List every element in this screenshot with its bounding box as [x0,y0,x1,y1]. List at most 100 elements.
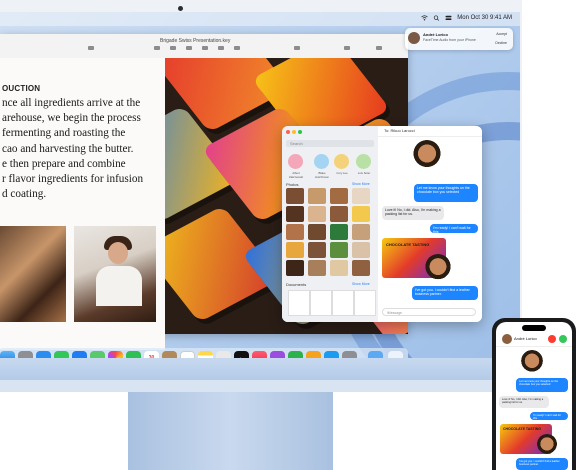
doc-line: nce all ingredients arrive at the [2,97,141,109]
notes-icon[interactable] [198,351,213,358]
toolbar-document-button[interactable] [372,46,386,54]
search-input[interactable]: Search [286,140,374,147]
camera-dot [178,6,183,11]
photo-thumbnail[interactable] [330,224,348,240]
messages-sidebar: Search Albert Zakrzewski Blake Hutchinso… [282,126,379,322]
music-icon[interactable] [252,351,267,358]
pages-window-title: Brigade Swiss Presentation.key [160,38,231,44]
doc-heading: OUCTION [2,84,41,93]
zoom-button[interactable] [298,130,302,134]
photo-thumbnail[interactable] [286,224,304,240]
calendar-icon[interactable]: 30 [144,351,159,358]
accept-button[interactable]: Accept [496,32,507,36]
toolbar-share-button[interactable] [290,46,304,54]
finder-icon[interactable] [0,351,15,358]
message-input[interactable]: iMessage [382,308,476,316]
photos-show-more[interactable]: Show More [352,182,370,186]
pinned-contact[interactable] [314,154,329,169]
pinned-contact[interactable] [356,154,371,169]
search-icon[interactable] [433,15,440,21]
photo-thumbnail[interactable] [330,242,348,258]
photo-thumbnail[interactable] [352,242,370,258]
documents-show-more[interactable]: Show More [352,282,370,286]
freeform-icon[interactable] [216,351,231,358]
message-bubble-out[interactable]: I'm ready! I can't wait for this [430,224,478,234]
chocolate-photo[interactable] [0,226,66,322]
chef-photo[interactable] [74,226,156,322]
maps-icon[interactable] [90,351,105,358]
pinned-contact[interactable] [334,154,349,169]
desktop: Mon Oct 30 9:41 AM Brigade Swiss Present… [0,12,520,358]
message-bubble-out[interactable]: Let me know your thoughts on the chocola… [414,184,478,202]
control-center-icon[interactable] [445,15,452,21]
photo-thumbnail[interactable] [330,188,348,204]
toolbar-media-button[interactable] [230,46,244,54]
message-bubble-out[interactable]: Let me know your thoughts on the chocola… [516,378,568,392]
mail-icon[interactable] [72,351,87,358]
document-thumbnail[interactable] [288,290,310,316]
system-settings-icon[interactable] [342,351,357,358]
podcasts-icon[interactable] [270,351,285,358]
message-bubble-in[interactable]: Love it! No, I did. Also, I'm making a p… [499,396,549,408]
photos-icon[interactable] [108,351,123,358]
photo-thumbnail[interactable] [308,242,326,258]
photo-thumbnail[interactable] [352,206,370,222]
memoji-sticker [536,434,558,456]
close-button[interactable] [286,130,290,134]
pages-icon[interactable] [306,351,321,358]
wifi-icon[interactable] [421,15,429,21]
document-thumbnail[interactable] [332,290,354,316]
memoji-sticker [424,254,452,282]
toolbar-play-button[interactable] [84,46,98,54]
message-bubble-in[interactable]: Love it! No, I did. Also, I'm making a p… [382,206,444,220]
photo-thumbnail[interactable] [308,260,326,276]
doc-body: nce all ingredients arrive at the arehou… [2,96,165,202]
facetime-icon[interactable] [126,351,141,358]
minimize-button[interactable] [292,130,296,134]
photo-thumbnail[interactable] [330,260,348,276]
toolbar-shape-button[interactable] [214,46,228,54]
photo-thumbnail[interactable] [308,224,326,240]
messages-icon[interactable] [54,351,69,358]
message-bubble-out[interactable]: I'm ready! I can't wait for this [530,412,568,420]
photo-thumbnail[interactable] [286,260,304,276]
contacts-icon[interactable] [162,351,177,358]
photo-thumbnail[interactable] [286,242,304,258]
document-thumbnail[interactable] [354,290,376,316]
photo-thumbnail[interactable] [352,260,370,276]
toolbar-insert-button[interactable] [150,46,164,54]
photo-thumbnail[interactable] [308,188,326,204]
toolbar-text-button[interactable] [198,46,212,54]
photo-thumbnail[interactable] [286,206,304,222]
toolbar-table-button[interactable] [166,46,180,54]
photo-thumbnail[interactable] [330,206,348,222]
pinned-contact[interactable] [288,154,303,169]
pinned-contact-name: Cory Lee [336,171,348,175]
tv-icon[interactable]: tv [234,351,249,358]
menubar-datetime[interactable]: Mon Oct 30 9:41 AM [457,15,512,21]
end-call-button[interactable] [548,335,556,343]
message-bubble-out[interactable]: I've got you. I couldn't find a leather … [412,286,478,300]
toolbar-chart-button[interactable] [182,46,196,54]
launchpad-icon[interactable] [18,351,33,358]
document-page[interactable]: OUCTION nce all ingredients arrive at th… [0,58,165,350]
downloads-folder-icon[interactable] [368,351,383,358]
decline-button[interactable]: Decline [495,41,507,45]
photo-thumbnail[interactable] [308,206,326,222]
message-bubble-out[interactable]: I've got you. I couldn't find a leather … [516,458,568,470]
trash-icon[interactable] [388,351,403,358]
numbers-icon[interactable] [288,351,303,358]
facetime-notification[interactable]: André Lorico FaceTime Audio from your iP… [405,28,513,50]
imac-chin-lower [0,380,522,392]
photo-thumbnail[interactable] [352,224,370,240]
photo-thumbnail[interactable] [352,188,370,204]
reminders-icon[interactable] [180,351,195,358]
photo-thumbnail[interactable] [286,188,304,204]
toolbar-format-button[interactable] [340,46,354,54]
app-store-icon[interactable] [324,351,339,358]
document-thumbnail[interactable] [310,290,332,316]
safari-icon[interactable] [36,351,51,358]
pinned-contact-name: Blake Hutchinson [315,171,329,179]
caller-avatar [408,32,420,44]
accept-call-button[interactable] [559,335,567,343]
